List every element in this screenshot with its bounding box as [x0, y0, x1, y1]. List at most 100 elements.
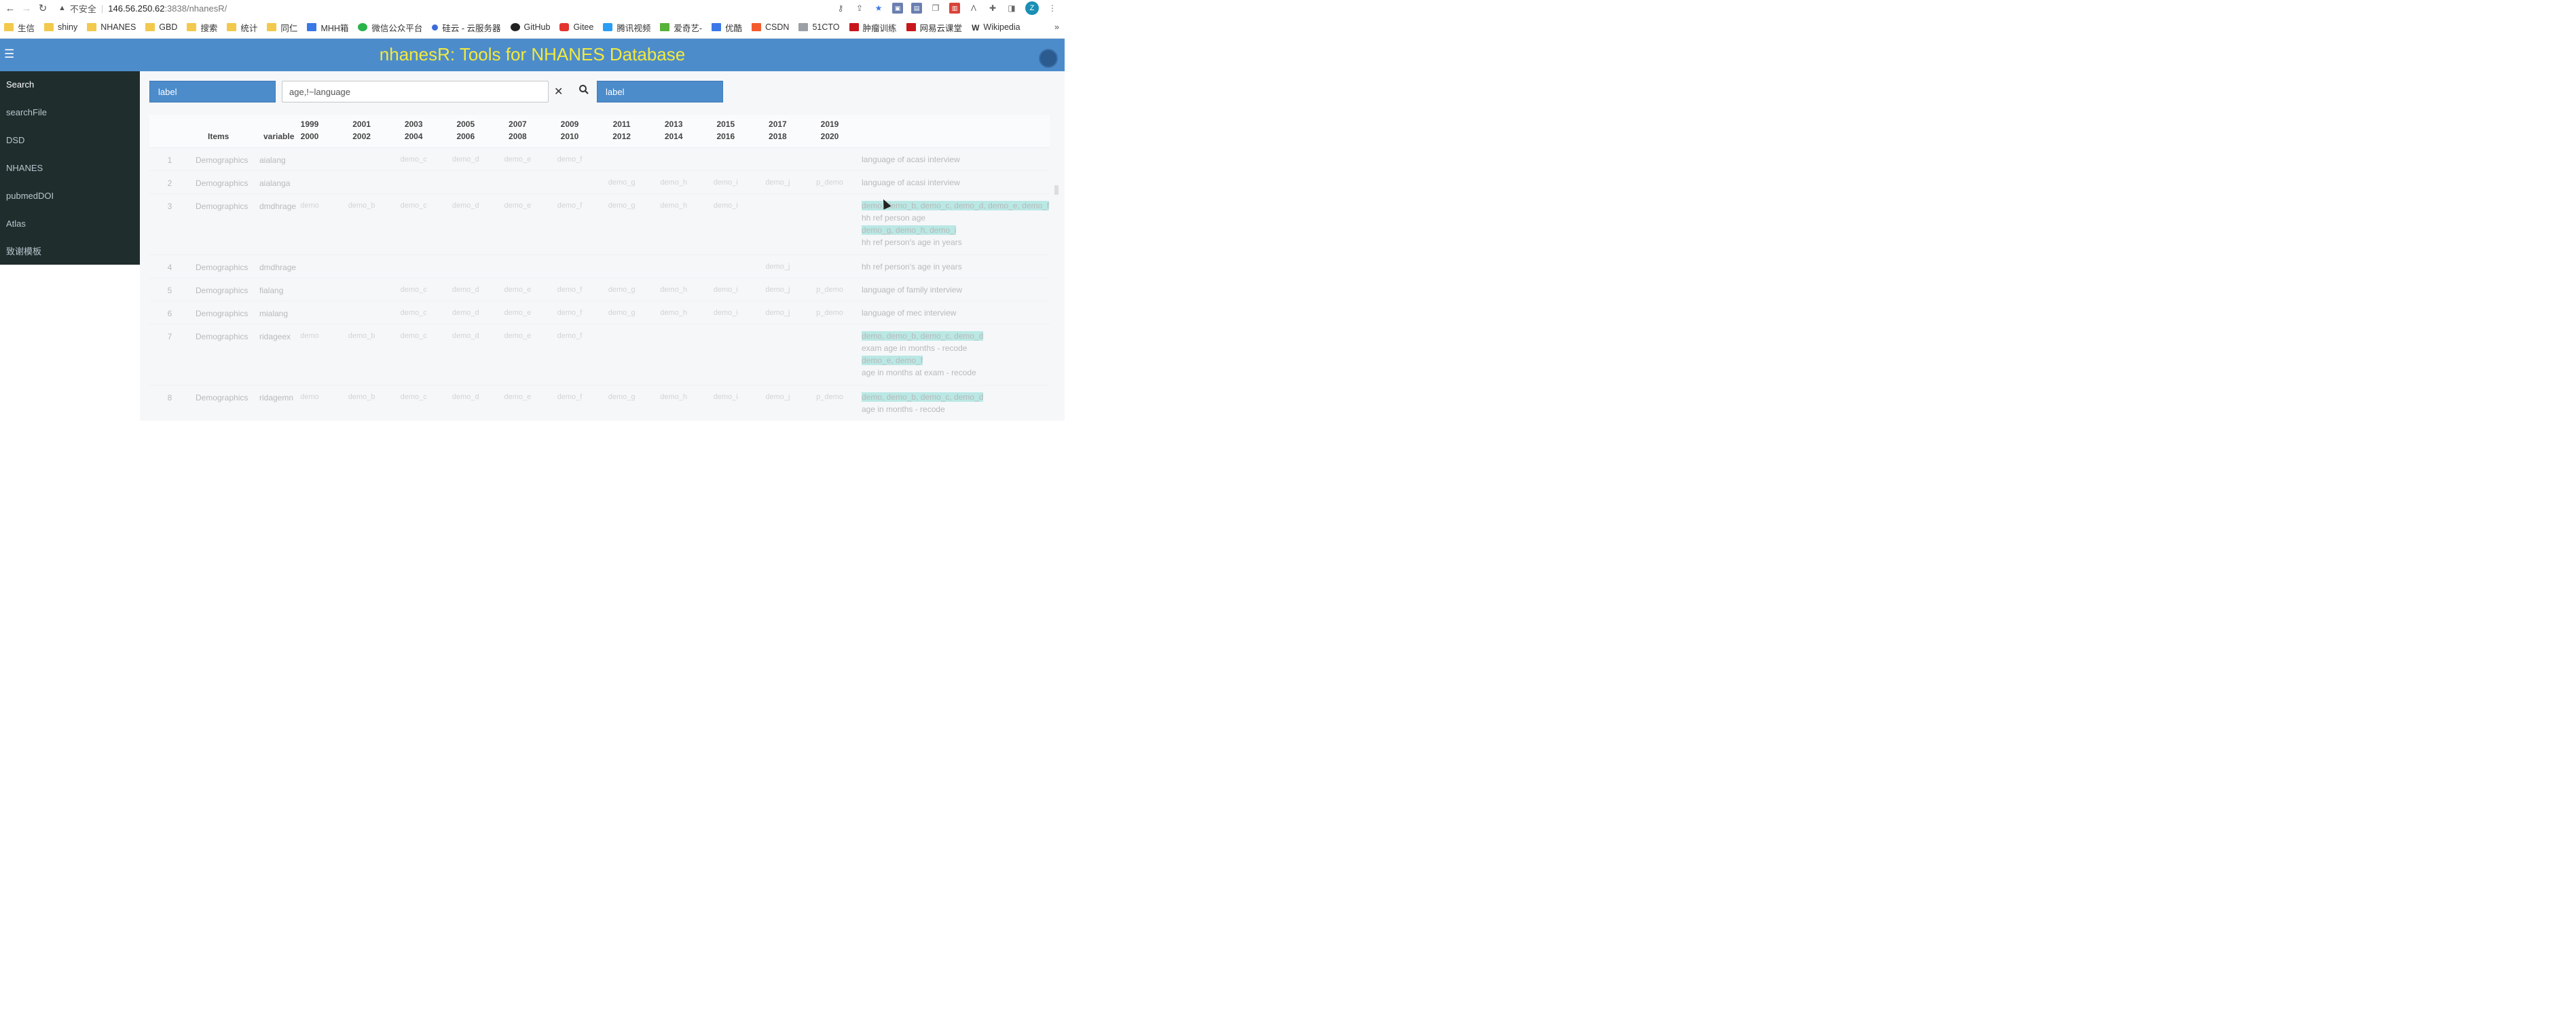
- header-year: 2009: [560, 119, 579, 129]
- table-row[interactable]: 3 Demographics dmdhrage demo demo_b demo_c dem…: [149, 193, 1050, 254]
- header-year: 2015: [716, 119, 735, 129]
- extension-a-icon[interactable]: Λ: [968, 3, 979, 14]
- extension-save-icon[interactable]: ▣: [892, 3, 903, 14]
- sidebar-item-acknowledgement[interactable]: 致谢模板: [0, 238, 140, 266]
- play-icon: [603, 23, 613, 31]
- bookmark-item[interactable]: 肿瘤训练: [849, 21, 897, 34]
- back-icon[interactable]: ←: [4, 3, 16, 14]
- bookmarks-bar: 生信 shiny NHANES GBD 搜索 统计 同仁 MHH箱 微信公众平台…: [0, 16, 1065, 39]
- github-icon: [510, 23, 520, 31]
- table-row[interactable]: 7 Demographics ridageex demo demo_b demo_c dem…: [149, 324, 1050, 385]
- sidebar-item-atlas[interactable]: Atlas: [0, 210, 140, 238]
- bookmark-item[interactable]: 搜索: [187, 21, 217, 34]
- cell-year-file: demo_d: [452, 332, 479, 340]
- clear-icon[interactable]: ✕: [554, 85, 563, 98]
- cell-year-file: demo_f: [557, 393, 583, 401]
- cell-year-file: demo_d: [452, 202, 479, 210]
- forward-icon[interactable]: →: [20, 3, 33, 14]
- bookmark-item[interactable]: 同仁: [267, 21, 297, 34]
- sidebar-item-search[interactable]: Search: [0, 71, 140, 99]
- cell-year-file: demo_d: [452, 393, 479, 401]
- cell-year-file: demo_c: [400, 155, 427, 164]
- bookmark-label: GitHub: [523, 22, 551, 32]
- profile-avatar[interactable]: Z: [1025, 1, 1039, 15]
- bookmark-item[interactable]: 51CTO: [798, 22, 840, 32]
- cell-year-file: p_demo: [816, 178, 843, 187]
- puzzle-icon[interactable]: ✚: [987, 3, 998, 14]
- pin-icon: [849, 23, 859, 31]
- bookmark-item[interactable]: 生信: [4, 21, 35, 34]
- header-year: 2017: [769, 119, 787, 129]
- chevron-right-icon[interactable]: »: [1054, 22, 1059, 32]
- sidepanel-icon[interactable]: ◨: [1006, 3, 1017, 14]
- cell-year-file: demo_f: [557, 332, 583, 340]
- table-row[interactable]: 4 Demographics dmdhrage demo_j hh ref person…: [149, 254, 1050, 278]
- row-number: 5: [167, 286, 172, 295]
- bookmark-label: 生信: [18, 23, 35, 33]
- row-number: 8: [167, 393, 172, 402]
- user-avatar[interactable]: [1039, 49, 1058, 68]
- header-year: 2016: [716, 132, 735, 141]
- cell-variable: mialang: [259, 309, 289, 318]
- cell-year-file: demo_b: [348, 393, 375, 401]
- bookmark-item[interactable]: GBD: [145, 22, 177, 32]
- header-year: 2018: [769, 132, 787, 141]
- address-bar[interactable]: ▲ 不安全 | 146.56.250.62 :3838/nhanesR/: [58, 1, 227, 15]
- cell-items: Demographics: [196, 286, 249, 295]
- bookmark-item[interactable]: 统计: [227, 21, 257, 34]
- cell-year-file: demo_g: [608, 178, 636, 187]
- star-icon[interactable]: ★: [873, 3, 884, 14]
- bookmark-item[interactable]: shiny: [44, 22, 77, 32]
- header-items[interactable]: Items: [208, 132, 229, 141]
- bookmark-item[interactable]: GitHub: [510, 22, 551, 32]
- table-row[interactable]: 2 Demographics aialanga demo_g demo_h demo_i d…: [149, 170, 1050, 193]
- search-icon[interactable]: [578, 84, 589, 98]
- bookmark-label: 肿瘤训练: [862, 23, 897, 33]
- search-input[interactable]: [282, 81, 549, 102]
- sidebar-item-pubmeddoi[interactable]: pubmedDOI: [0, 183, 140, 210]
- warning-icon: ▲: [58, 4, 66, 12]
- bookmark-label: 搜索: [200, 23, 218, 33]
- extension-copy-icon[interactable]: ❐: [930, 3, 941, 14]
- table-row[interactable]: 6 Demographics mialang demo_c demo_d demo_e de…: [149, 301, 1050, 324]
- menu-dots-icon[interactable]: ⋮: [1047, 3, 1058, 14]
- bookmark-item[interactable]: 微信公众平台: [358, 21, 422, 34]
- cell-label: age in months at exam - recode: [862, 368, 976, 377]
- table-row[interactable]: 8 Demographics ridagemn demo demo_b demo_c dem…: [149, 385, 1050, 419]
- sidebar-item-searchfile[interactable]: searchFile: [0, 99, 140, 127]
- folder-icon: [145, 23, 155, 31]
- bookmark-item[interactable]: 腾讯视频: [603, 21, 650, 34]
- sidebar-item-nhanes[interactable]: NHANES: [0, 155, 140, 183]
- bookmark-item[interactable]: CSDN: [752, 22, 789, 32]
- table-row[interactable]: 5 Demographics fialang demo_c demo_d demo_e de…: [149, 278, 1050, 301]
- search-field-select[interactable]: label: [149, 81, 276, 102]
- header-year: 2006: [456, 132, 475, 141]
- 51cto-icon: [798, 23, 809, 31]
- cloud-icon: [432, 24, 439, 31]
- bookmark-item[interactable]: 网易云课堂: [906, 21, 963, 34]
- folder-icon: [44, 23, 54, 31]
- url-path: :3838/nhanesR/: [164, 3, 227, 14]
- bookmark-item[interactable]: MHH箱: [307, 21, 348, 34]
- sidebar-item-dsd[interactable]: DSD: [0, 127, 140, 155]
- share-icon[interactable]: ⇪: [854, 3, 865, 14]
- bookmark-item[interactable]: Gitee: [559, 22, 593, 32]
- key-icon[interactable]: ⚷: [835, 3, 846, 14]
- scrollbar[interactable]: [1052, 185, 1059, 212]
- bookmark-label: 网易云课堂: [919, 23, 963, 33]
- table-row[interactable]: 1 Demographics aialang demo_c demo_d demo_e de…: [149, 147, 1050, 170]
- bookmark-item[interactable]: 优酷: [712, 21, 742, 34]
- bookmark-item[interactable]: W Wikipedia: [972, 22, 1020, 33]
- extension-pdf-icon[interactable]: ▥: [949, 3, 960, 14]
- reload-icon[interactable]: ↻: [37, 2, 49, 14]
- cell-year-file: demo_c: [400, 332, 427, 340]
- bookmark-item[interactable]: 爱奇艺-: [660, 21, 702, 34]
- cell-items: Demographics: [196, 178, 249, 188]
- display-field-select[interactable]: label: [597, 81, 723, 102]
- bookmark-label: 优酷: [725, 23, 743, 33]
- extension-office-icon[interactable]: ▤: [911, 3, 922, 14]
- row-number: 2: [167, 178, 172, 188]
- bookmark-item[interactable]: NHANES: [87, 22, 136, 32]
- bookmark-item[interactable]: 硅云 - 云服务器: [432, 21, 501, 34]
- cell-year-file: demo_e: [504, 332, 532, 340]
